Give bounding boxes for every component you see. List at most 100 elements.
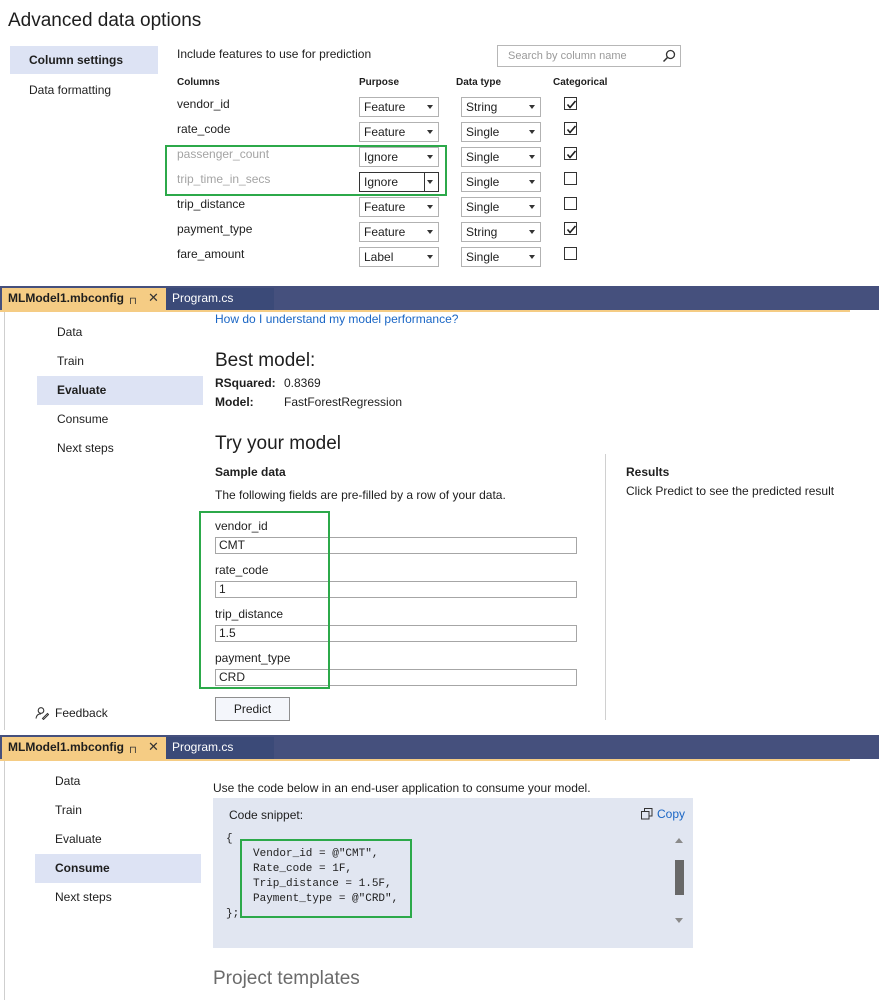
sidebar-item-column-settings[interactable]: Column settings [10, 46, 158, 74]
feedback-label: Feedback [55, 706, 108, 720]
try-model-title: Try your model [215, 433, 341, 454]
feedback-link[interactable]: Feedback [35, 706, 115, 722]
tab-mlmodel-config[interactable]: MLModel1.mbconfig ⊓ ✕ [2, 288, 166, 310]
column-row: vendor_id Feature String [0, 97, 891, 122]
model-value: FastForestRegression [284, 395, 403, 409]
purpose-dropdown[interactable]: Feature [359, 197, 439, 217]
data-type-value: Single [466, 175, 500, 189]
results-title: Results [626, 465, 670, 479]
nav-item-consume[interactable]: Consume [37, 405, 203, 434]
nav-item-next-steps[interactable]: Next steps [37, 434, 203, 463]
nav-item-train[interactable]: Train [35, 796, 201, 825]
nav-item-data[interactable]: Data [37, 318, 203, 347]
column-row: rate_code Feature Single [0, 122, 891, 147]
data-type-dropdown[interactable]: Single [461, 172, 541, 192]
data-type-dropdown[interactable]: String [461, 97, 541, 117]
categorical-checkbox[interactable] [564, 247, 577, 260]
rsquared-label: RSquared: [215, 376, 276, 390]
column-name: rate_code [177, 122, 231, 136]
data-type-dropdown[interactable]: Single [461, 197, 541, 217]
purpose-dropdown[interactable]: Feature [359, 97, 439, 117]
chevron-down-icon [427, 205, 433, 209]
tab-program-cs[interactable]: Program.cs [166, 737, 274, 759]
data-type-dropdown[interactable]: Single [461, 247, 541, 267]
results-description: Click Predict to see the predicted resul… [626, 484, 835, 498]
nav-item-consume[interactable]: Consume [35, 854, 201, 883]
column-row: payment_type Feature String [0, 222, 891, 247]
nav-item-data[interactable]: Data [35, 767, 201, 796]
column-name: trip_distance [177, 197, 246, 211]
data-type-value: Single [466, 150, 500, 164]
scroll-thumb[interactable] [675, 860, 684, 895]
pin-icon[interactable]: ⊓ [129, 741, 137, 761]
header-categorical: Categorical [553, 77, 608, 88]
column-name: fare_amount [177, 247, 245, 261]
best-model-title: Best model: [215, 350, 316, 371]
scroll-down-icon[interactable] [675, 918, 683, 923]
categorical-checkbox[interactable] [564, 222, 577, 235]
model-label: Model: [215, 395, 254, 409]
code-scrollbar[interactable] [675, 838, 684, 928]
purpose-value: Feature [364, 225, 406, 239]
copy-button[interactable]: Copy [641, 807, 689, 823]
column-search-box[interactable] [497, 45, 681, 67]
close-icon[interactable]: ✕ [148, 288, 159, 308]
pin-icon[interactable]: ⊓ [129, 292, 137, 312]
categorical-checkbox[interactable] [564, 197, 577, 210]
search-icon[interactable] [662, 49, 676, 63]
purpose-dropdown[interactable]: Label [359, 247, 439, 267]
rsquared-value: 0.8369 [284, 376, 321, 390]
data-type-value: Single [466, 250, 500, 264]
chevron-down-icon [529, 230, 535, 234]
sample-data-title: Sample data [215, 465, 286, 479]
nav-item-evaluate[interactable]: Evaluate [35, 825, 201, 854]
close-icon[interactable]: ✕ [148, 737, 159, 757]
project-templates-title: Project templates [213, 968, 360, 989]
data-type-dropdown[interactable]: String [461, 222, 541, 242]
highlight-box [240, 839, 412, 918]
categorical-checkbox[interactable] [564, 122, 577, 135]
model-performance-help-link[interactable]: How do I understand my model performance… [215, 312, 458, 326]
chevron-down-icon [427, 230, 433, 234]
categorical-checkbox[interactable] [564, 172, 577, 185]
data-type-dropdown[interactable]: Single [461, 122, 541, 142]
highlight-box [199, 511, 330, 689]
divider [605, 454, 606, 720]
purpose-value: Feature [364, 125, 406, 139]
code-open-brace: { [226, 833, 233, 845]
highlight-box [165, 145, 447, 196]
include-features-label: Include features to use for prediction [177, 47, 372, 61]
checkmark-icon [566, 125, 577, 134]
nav-item-evaluate[interactable]: Evaluate [37, 376, 203, 405]
checkmark-icon [566, 100, 577, 109]
predict-button[interactable]: Predict [215, 697, 290, 721]
nav-item-train[interactable]: Train [37, 347, 203, 376]
purpose-value: Label [364, 250, 394, 264]
nav-item-next-steps[interactable]: Next steps [35, 883, 201, 912]
panel-border [4, 312, 5, 730]
copy-label: Copy [657, 807, 686, 821]
chevron-down-icon [529, 155, 535, 159]
purpose-dropdown[interactable]: Feature [359, 222, 439, 242]
scroll-up-icon[interactable] [675, 838, 683, 843]
search-input[interactable] [498, 46, 656, 66]
feedback-icon [35, 707, 49, 720]
column-row: trip_distance Feature Single [0, 197, 891, 222]
purpose-value: Feature [364, 100, 406, 114]
data-type-value: Single [466, 200, 500, 214]
categorical-checkbox[interactable] [564, 147, 577, 160]
consume-intro: Use the code below in an end-user applic… [213, 781, 591, 795]
categorical-checkbox[interactable] [564, 97, 577, 110]
purpose-dropdown[interactable]: Feature [359, 122, 439, 142]
chevron-down-icon [529, 205, 535, 209]
tab-label: MLModel1.mbconfig [8, 740, 124, 754]
header-data-type: Data type [456, 77, 502, 88]
tab-label: MLModel1.mbconfig [8, 291, 124, 305]
data-type-dropdown[interactable]: Single [461, 147, 541, 167]
tab-mlmodel-config[interactable]: MLModel1.mbconfig ⊓ ✕ [2, 737, 166, 759]
checkmark-icon [566, 150, 577, 159]
page-title: Advanced data options [8, 10, 202, 31]
tab-program-cs[interactable]: Program.cs [166, 288, 274, 310]
checkmark-icon [566, 225, 577, 234]
chevron-down-icon [427, 255, 433, 259]
